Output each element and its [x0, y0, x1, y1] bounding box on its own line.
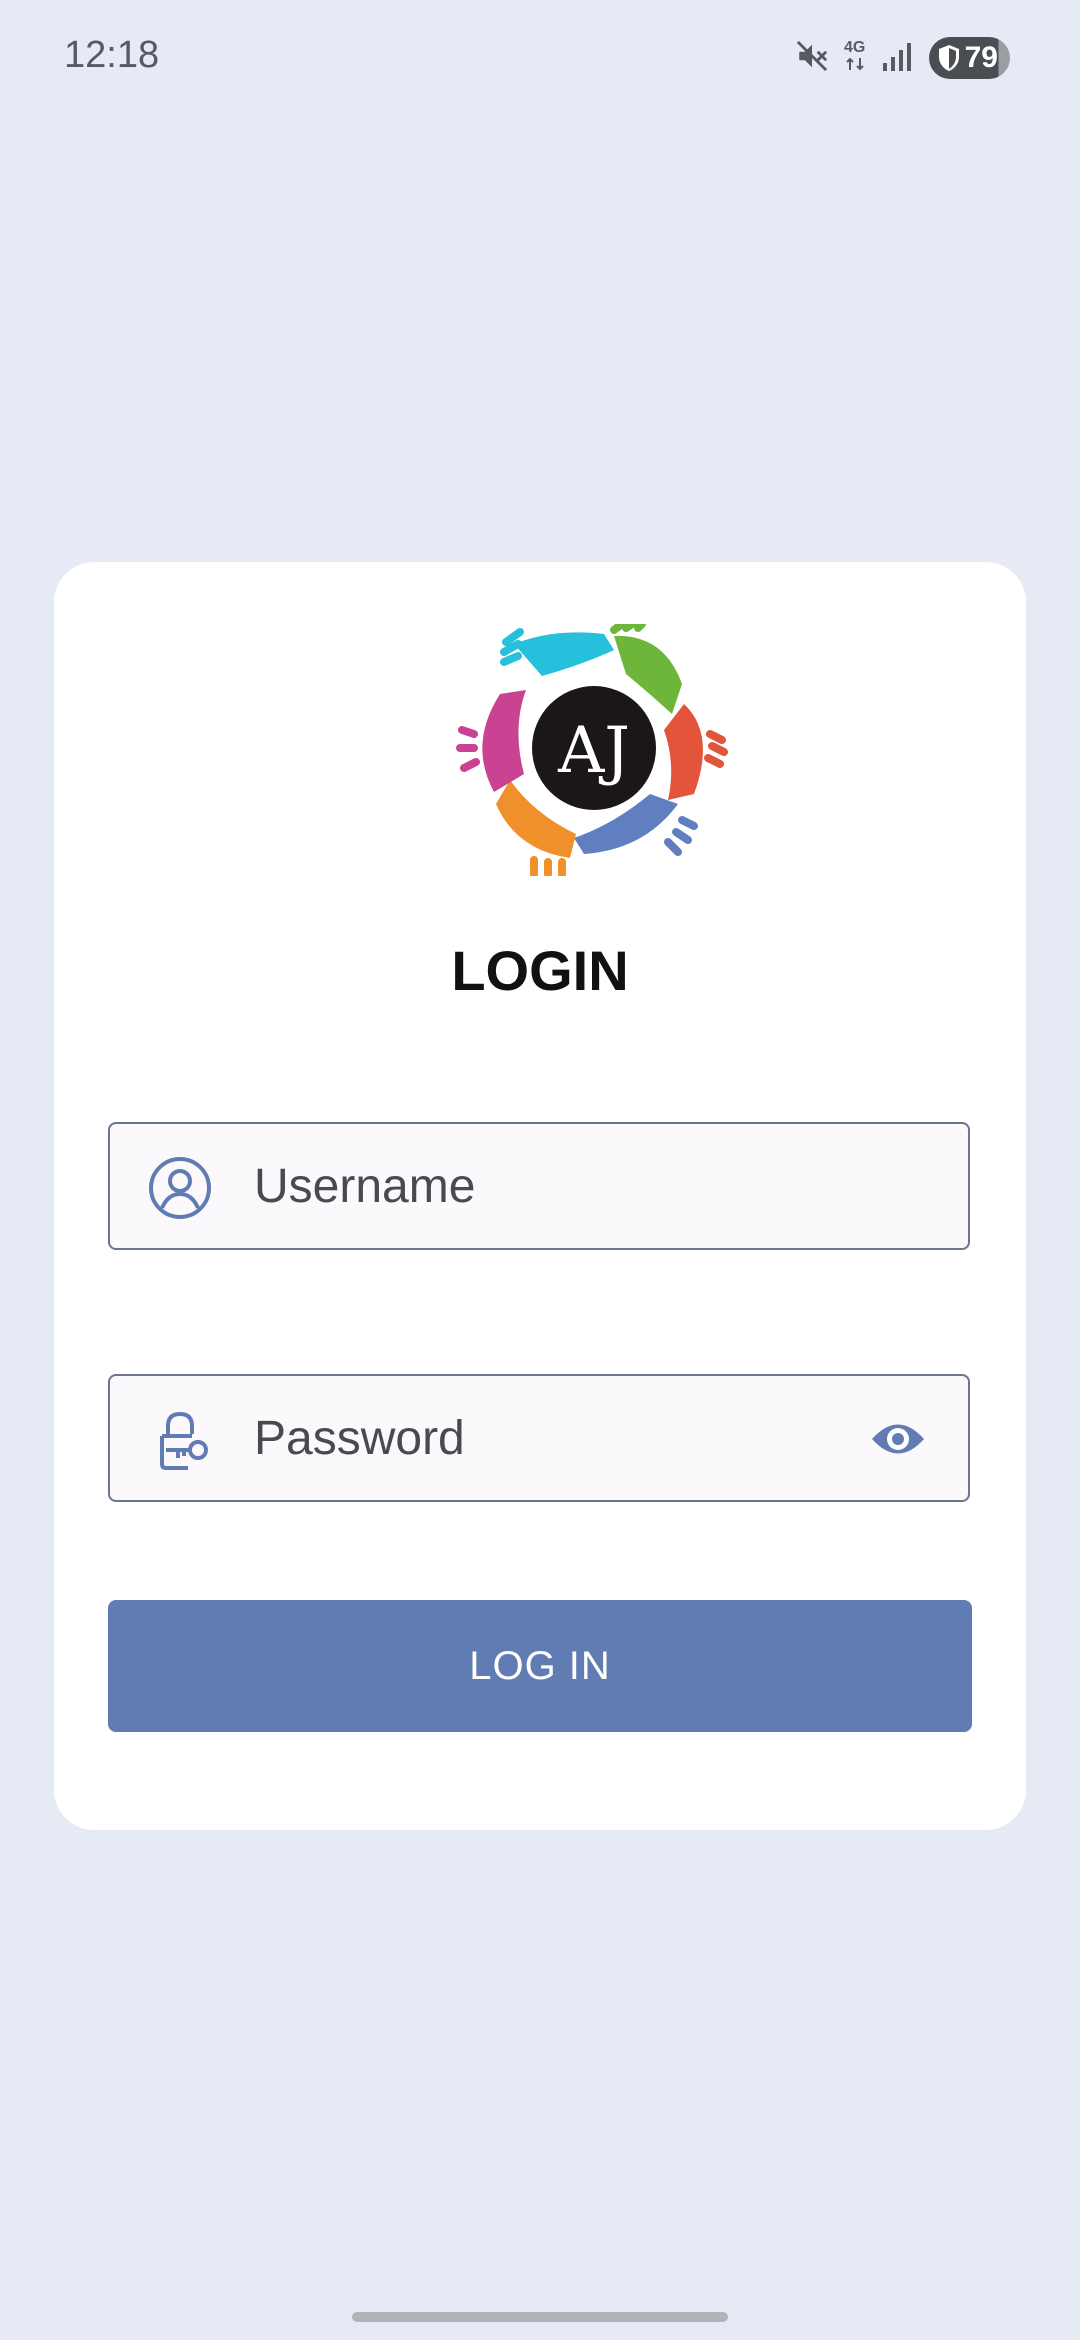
battery-icon: 79 [928, 37, 1010, 79]
username-input[interactable] [254, 1124, 834, 1248]
password-input[interactable] [254, 1376, 834, 1500]
app-logo: AJ [454, 620, 734, 878]
login-screen: 12:18 4G 79 AJ LOGIN Username LOG IN [0, 0, 1080, 2340]
logo-text: AJ [557, 714, 630, 788]
shield-icon [938, 45, 959, 71]
network-4g-icon: 4G [843, 39, 867, 77]
home-indicator[interactable] [352, 2312, 728, 2322]
login-button[interactable]: LOG IN [108, 1600, 972, 1732]
signal-icon [881, 41, 915, 76]
battery-level: 79 [964, 41, 998, 74]
page-title: LOGIN [451, 939, 629, 1002]
eye-icon[interactable] [870, 1414, 926, 1464]
username-field[interactable] [108, 1122, 970, 1250]
password-field[interactable] [108, 1374, 970, 1502]
lock-key-icon [148, 1408, 212, 1472]
status-icons: 4G 79 [795, 36, 1010, 80]
status-bar: 12:18 4G 79 [0, 0, 1080, 120]
user-icon [148, 1156, 212, 1220]
status-time: 12:18 [64, 34, 160, 76]
login-card: AJ LOGIN Username LOG IN [54, 562, 1026, 1830]
mute-icon [795, 39, 829, 78]
